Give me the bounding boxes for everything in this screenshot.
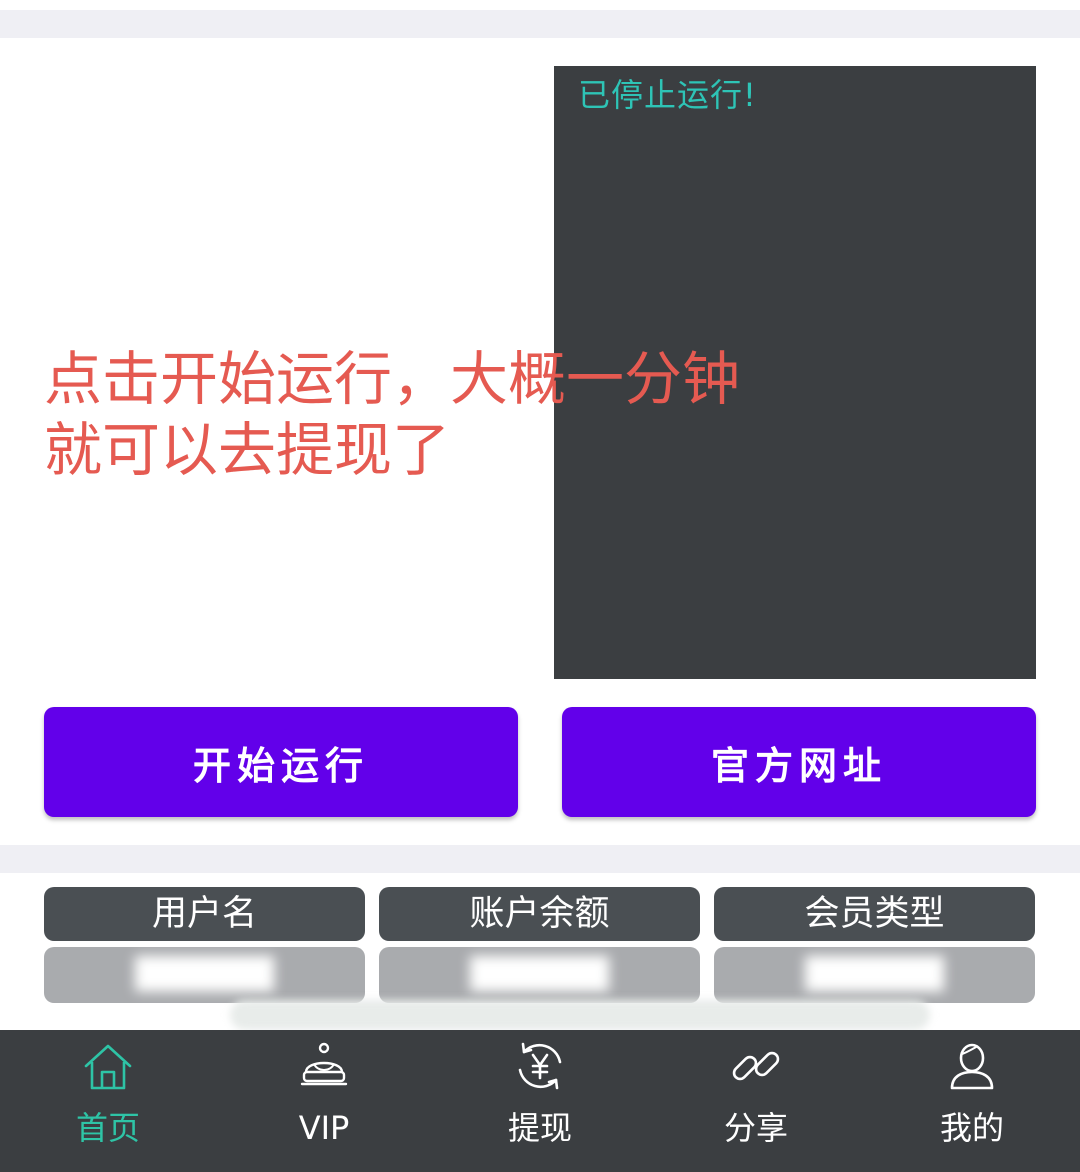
tab-mine-label: 我的: [939, 1109, 1004, 1147]
username-value: ██████: [44, 947, 365, 1003]
run-status-text: 已停止运行!: [578, 76, 757, 114]
home-icon: [84, 1044, 132, 1090]
tab-vip-label: VIP: [298, 1109, 350, 1147]
top-divider: [0, 0, 1080, 38]
balance-value-text: ██████: [470, 957, 609, 992]
run-log-console: 已停止运行!: [554, 66, 1036, 679]
redaction-smudge: [230, 1000, 930, 1030]
balance-header: 账户余额: [379, 887, 700, 941]
link-icon: [732, 1051, 780, 1081]
crown-icon: [300, 1042, 348, 1086]
tab-share[interactable]: 分享: [648, 1030, 864, 1172]
tab-home-label: 首页: [75, 1109, 140, 1147]
official-website-button[interactable]: 官方网址: [562, 707, 1036, 817]
member-type-header: 会员类型: [714, 887, 1035, 941]
user-icon: [950, 1043, 994, 1090]
yuan-exchange-icon: [518, 1042, 562, 1090]
bottom-tab-bar: 首页 VIP 提现 分享 我的: [0, 1030, 1080, 1172]
member-type-value: ██████: [714, 947, 1035, 1003]
start-run-button[interactable]: 开始运行: [44, 707, 518, 817]
section-divider: [0, 845, 1080, 873]
username-header: 用户名: [44, 887, 365, 941]
tab-withdraw-label: 提现: [507, 1109, 572, 1147]
tab-withdraw[interactable]: 提现: [432, 1030, 648, 1172]
tab-home[interactable]: 首页: [0, 1030, 216, 1172]
tab-vip[interactable]: VIP: [216, 1030, 432, 1172]
tab-share-label: 分享: [723, 1109, 788, 1147]
tab-mine[interactable]: 我的: [864, 1030, 1080, 1172]
member-type-value-text: ██████: [805, 957, 944, 992]
balance-value: ██████: [379, 947, 700, 1003]
username-value-text: ██████: [135, 957, 274, 992]
